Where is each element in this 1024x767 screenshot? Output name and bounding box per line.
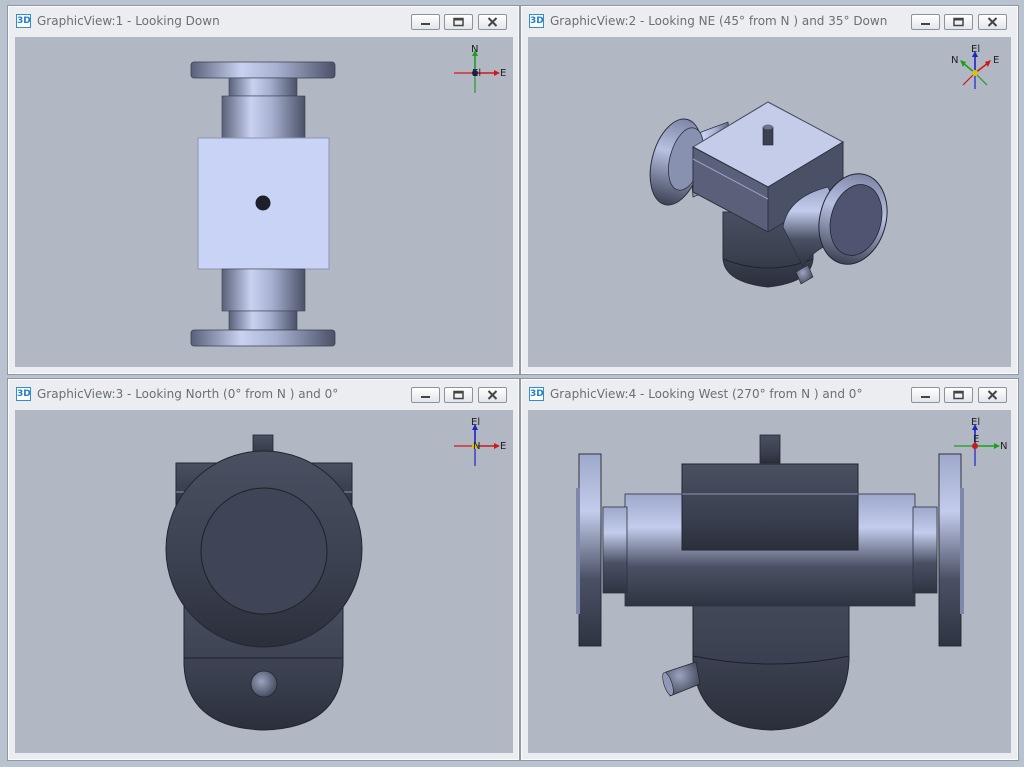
graphic-view-1-titlebar[interactable]: 3D GraphicView:1 - Looking Down — [8, 6, 519, 36]
axis-label-right: N — [1000, 441, 1007, 452]
graphic-view-4-viewport[interactable]: El N E — [528, 410, 1011, 753]
restore-button[interactable] — [944, 387, 973, 403]
minimize-button[interactable] — [911, 387, 940, 403]
axis-label-right: E — [500, 441, 506, 452]
minimize-button[interactable] — [411, 387, 440, 403]
axis-label-up: El — [971, 417, 980, 428]
valve-north-view-model — [165, 434, 363, 731]
close-icon — [987, 390, 998, 400]
close-button[interactable] — [978, 387, 1007, 403]
restore-icon — [453, 17, 464, 27]
close-button[interactable] — [978, 14, 1007, 30]
restore-button[interactable] — [444, 387, 473, 403]
axis-label-right: E — [993, 55, 999, 66]
restore-icon — [453, 390, 464, 400]
window-title: GraphicView:4 - Looking West (270° from … — [550, 387, 863, 401]
restore-button[interactable] — [444, 14, 473, 30]
3d-view-icon: 3D — [529, 14, 544, 28]
minimize-icon — [921, 23, 930, 25]
window-title: GraphicView:2 - Looking NE (45° from N )… — [550, 14, 888, 28]
minimize-icon — [921, 396, 930, 398]
minimize-icon — [421, 23, 430, 25]
graphic-view-3-titlebar[interactable]: 3D GraphicView:3 - Looking North (0° fro… — [8, 379, 519, 409]
valve-west-view-model — [576, 434, 964, 731]
axis-label-left: N — [951, 55, 958, 66]
axis-label-up: N — [471, 44, 478, 55]
close-button[interactable] — [478, 387, 507, 403]
minimize-icon — [421, 396, 430, 398]
graphic-view-1-window[interactable]: 3D GraphicView:1 - Looking Down N E El — [7, 5, 520, 375]
restore-icon — [953, 17, 964, 27]
axis-label-center: El — [472, 68, 481, 79]
valve-top-view-model — [190, 61, 336, 347]
graphic-view-2-viewport[interactable]: El N E — [528, 37, 1011, 367]
axis-triad-icon: N E El — [454, 44, 506, 93]
axis-triad-icon: El N E — [954, 417, 1007, 466]
window-title: GraphicView:1 - Looking Down — [37, 14, 220, 28]
close-icon — [487, 390, 498, 400]
graphic-view-2-titlebar[interactable]: 3D GraphicView:2 - Looking NE (45° from … — [521, 6, 1018, 36]
axis-label-center: N — [473, 441, 480, 452]
axis-label-up: El — [971, 44, 980, 55]
axis-label-up: El — [471, 417, 480, 428]
axis-triad-icon: El E N — [454, 417, 506, 466]
minimize-button[interactable] — [911, 14, 940, 30]
close-icon — [487, 17, 498, 27]
restore-button[interactable] — [944, 14, 973, 30]
axis-label-right: E — [500, 68, 506, 79]
graphic-view-3-window[interactable]: 3D GraphicView:3 - Looking North (0° fro… — [7, 378, 520, 761]
graphic-view-1-viewport[interactable]: N E El — [15, 37, 513, 367]
axis-label-center: E — [973, 434, 979, 445]
3d-view-icon: 3D — [16, 387, 31, 401]
close-icon — [987, 17, 998, 27]
close-button[interactable] — [478, 14, 507, 30]
3d-view-icon: 3D — [16, 14, 31, 28]
axis-triad-icon: El N E — [951, 44, 999, 89]
restore-icon — [953, 390, 964, 400]
minimize-button[interactable] — [411, 14, 440, 30]
3d-view-icon: 3D — [529, 387, 544, 401]
graphic-view-4-titlebar[interactable]: 3D GraphicView:4 - Looking West (270° fr… — [521, 379, 1018, 409]
graphic-view-4-window[interactable]: 3D GraphicView:4 - Looking West (270° fr… — [520, 378, 1019, 761]
valve-iso-view-model — [649, 101, 888, 288]
graphic-view-2-window[interactable]: 3D GraphicView:2 - Looking NE (45° from … — [520, 5, 1019, 375]
window-title: GraphicView:3 - Looking North (0° from N… — [37, 387, 339, 401]
graphic-view-3-viewport[interactable]: El E N — [15, 410, 513, 753]
